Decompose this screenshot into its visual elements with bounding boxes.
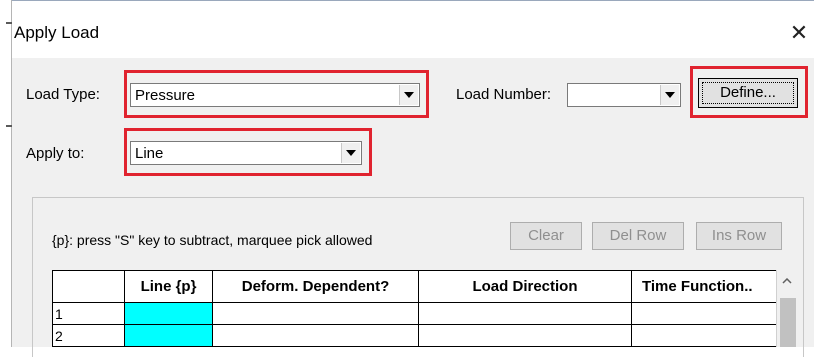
table-cell[interactable] [418,324,632,347]
row-number[interactable]: 2 [52,324,125,347]
left-tick [6,22,12,24]
table-header-row: Line {p} Deform. Dependent? Load Directi… [52,270,782,303]
load-number-label: Load Number: [456,86,552,103]
dropdown-arrow-icon[interactable] [660,85,679,105]
apply-to-highlight [124,128,372,176]
clear-button[interactable]: Clear [510,222,582,250]
load-type-label: Load Type: [26,86,100,103]
hint-text: {p}: press "S" key to subtract, marquee … [52,232,373,248]
close-icon[interactable]: ✕ [786,18,812,48]
scroll-thumb[interactable] [780,298,796,347]
column-header[interactable]: Load Direction [418,270,632,303]
del-row-button[interactable]: Del Row [592,222,684,250]
vertical-scrollbar[interactable] [776,270,799,347]
corner-cell [52,270,125,303]
apply-to-label: Apply to: [26,145,85,162]
column-header[interactable]: Time Function.. [631,270,782,303]
title-bar: Apply Load ✕ [0,0,814,59]
apply-load-dialog: Apply Load ✕ Load Type: Pressure Load Nu… [0,0,814,357]
column-header[interactable]: Deform. Dependent? [212,270,419,303]
row-number[interactable]: 1 [52,302,125,325]
table-cell[interactable] [631,302,782,325]
table-cell[interactable] [212,302,419,325]
define-highlight [690,66,808,118]
load-number-select[interactable] [567,83,681,107]
ins-row-button[interactable]: Ins Row [696,222,782,250]
table-cell[interactable] [631,324,782,347]
table-cell[interactable] [418,302,632,325]
load-table: Line {p} Deform. Dependent? Load Directi… [52,270,782,347]
dialog-title: Apply Load [14,23,100,42]
scroll-up-icon[interactable] [782,278,792,284]
table-cell[interactable] [124,324,213,347]
table-cell[interactable] [124,302,213,325]
load-type-highlight [124,70,429,118]
table-row: 1 [52,302,782,325]
table-cell[interactable] [212,324,419,347]
table-row: 2 [52,324,782,347]
column-header[interactable]: Line {p} [124,270,213,303]
